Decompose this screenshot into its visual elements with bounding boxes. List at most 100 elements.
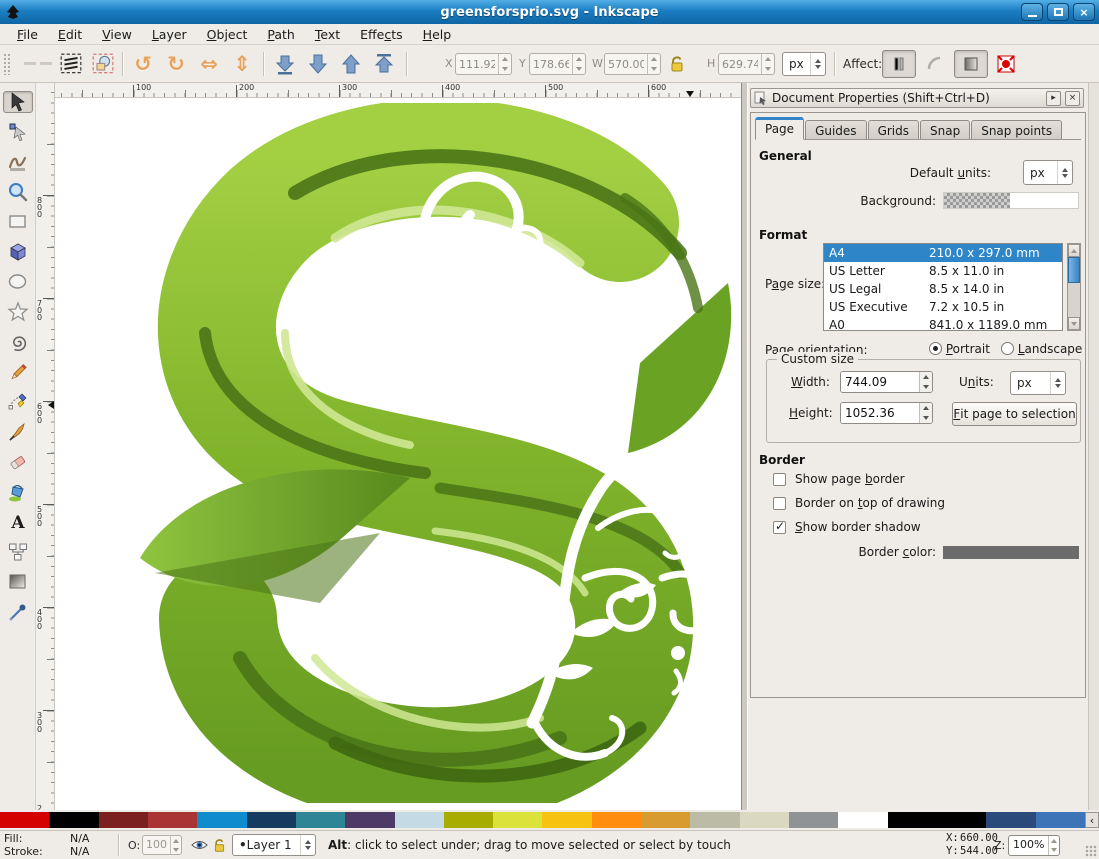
palette-swatch[interactable] — [296, 812, 345, 828]
palette-swatch[interactable] — [395, 812, 444, 828]
scroll-up-icon[interactable] — [1068, 244, 1080, 257]
tool-tweak[interactable] — [3, 151, 33, 173]
tab-grids[interactable]: Grids — [868, 120, 919, 139]
palette-swatch[interactable] — [740, 812, 789, 828]
maximize-button[interactable] — [1047, 3, 1069, 21]
panel-close-icon[interactable]: × — [1065, 91, 1080, 106]
menu-help[interactable]: Help — [414, 25, 461, 44]
tab-snap-points[interactable]: Snap points — [971, 120, 1062, 139]
page-size-row[interactable]: US Executive7.2 x 10.5 in — [824, 298, 1062, 316]
palette-swatch[interactable] — [641, 812, 690, 828]
flip-horizontal-icon[interactable]: ⇔ — [194, 49, 224, 79]
tool-selector[interactable] — [3, 91, 33, 113]
width-field[interactable] — [604, 53, 661, 75]
close-button[interactable]: × — [1073, 3, 1095, 21]
lower-to-bottom-icon[interactable] — [270, 49, 300, 79]
palette-swatch[interactable] — [49, 812, 98, 828]
tool-gradient[interactable] — [3, 571, 33, 593]
opacity-field[interactable]: 100 — [142, 835, 182, 855]
palette-swatch[interactable] — [493, 812, 542, 828]
raise-icon[interactable] — [336, 49, 366, 79]
border-color-swatch[interactable] — [943, 546, 1079, 559]
palette-swatch[interactable] — [247, 812, 296, 828]
layer-lock-icon[interactable] — [210, 836, 228, 854]
drawing-canvas[interactable] — [55, 98, 741, 810]
panel-header[interactable]: Document Properties (Shift+Ctrl+D) ▸ × — [750, 88, 1084, 108]
resize-grip[interactable] — [1085, 845, 1097, 857]
page-size-row[interactable]: US Legal8.5 x 14.0 in — [824, 280, 1062, 298]
menu-view[interactable]: View — [93, 25, 141, 44]
menu-path[interactable]: Path — [258, 25, 303, 44]
tool-star[interactable] — [3, 301, 33, 323]
custom-height-field[interactable] — [840, 402, 933, 424]
scrollbar-thumb[interactable] — [1068, 257, 1080, 283]
tool-spiral[interactable] — [3, 331, 33, 353]
tab-guides[interactable]: Guides — [805, 120, 867, 139]
palette-swatch[interactable] — [838, 812, 887, 828]
tool-dropper[interactable] — [3, 601, 33, 623]
menu-layer[interactable]: Layer — [143, 25, 196, 44]
select-all-layers-icon[interactable] — [88, 49, 118, 79]
panel-divider[interactable] — [741, 83, 748, 810]
menu-object[interactable]: Object — [198, 25, 257, 44]
vertical-ruler[interactable]: 800 700 600 500 400 300 200 — [36, 83, 55, 810]
page-size-scrollbar[interactable] — [1067, 243, 1081, 331]
fit-page-button[interactable]: Fit page to selection — [952, 402, 1077, 426]
tool-bezier-pen[interactable] — [3, 391, 33, 413]
landscape-radio[interactable]: Landscape — [1001, 342, 1082, 356]
palette-swatch[interactable] — [197, 812, 246, 828]
horizontal-ruler[interactable]: 100 200 300 400 500 600 — [55, 83, 741, 98]
tool-calligraphy[interactable] — [3, 421, 33, 443]
y-field[interactable] — [529, 53, 586, 75]
page-size-list[interactable]: A4210.0 x 297.0 mm US Letter8.5 x 11.0 i… — [823, 243, 1063, 331]
background-color-swatch[interactable] — [943, 192, 1079, 209]
palette-swatch[interactable] — [542, 812, 591, 828]
flip-vertical-icon[interactable]: ⇕ — [227, 49, 257, 79]
tool-ellipse[interactable] — [3, 271, 33, 293]
portrait-radio[interactable]: Portrait — [929, 342, 990, 356]
lock-ratio-icon[interactable] — [666, 49, 688, 79]
rotate-cw-icon[interactable]: ↻ — [161, 49, 191, 79]
custom-width-field[interactable] — [840, 371, 933, 393]
layer-visibility-eye-icon[interactable] — [190, 836, 208, 854]
tool-eraser[interactable] — [3, 451, 33, 473]
palette-swatch[interactable] — [99, 812, 148, 828]
raise-to-top-icon[interactable] — [369, 49, 399, 79]
palette-swatch[interactable] — [592, 812, 641, 828]
menu-effects[interactable]: Effects — [351, 25, 412, 44]
border-on-top-checkbox[interactable] — [773, 497, 786, 510]
tool-paint-bucket[interactable] — [3, 481, 33, 503]
palette-swatch[interactable] — [986, 812, 1035, 828]
fill-stroke-indicator[interactable]: Fill:N/A Stroke:N/A — [4, 832, 100, 858]
layer-select[interactable]: •Layer 1 — [232, 834, 316, 856]
panel-menu-icon[interactable]: ▸ — [1046, 91, 1061, 106]
show-border-shadow-checkbox[interactable] — [773, 521, 786, 534]
height-field[interactable] — [718, 53, 775, 75]
palette-swatch[interactable] — [444, 812, 493, 828]
tool-3d-box[interactable] — [3, 241, 33, 263]
custom-units-select[interactable]: px — [1010, 371, 1066, 395]
tool-zoom[interactable] — [3, 181, 33, 203]
tool-pencil[interactable] — [3, 361, 33, 383]
move-gradients-toggle[interactable] — [882, 50, 916, 78]
minimize-button[interactable] — [1021, 3, 1043, 21]
palette-scroll-icon[interactable]: ‹ — [1085, 812, 1099, 828]
palette-swatch[interactable] — [0, 812, 49, 828]
palette-swatch[interactable] — [789, 812, 838, 828]
menu-file[interactable]: File — [8, 25, 47, 44]
menu-edit[interactable]: Edit — [49, 25, 91, 44]
select-all-icon[interactable] — [56, 49, 86, 79]
move-patterns-toggle[interactable] — [954, 50, 988, 78]
page-size-row[interactable]: US Letter8.5 x 11.0 in — [824, 262, 1062, 280]
show-page-border-checkbox[interactable] — [773, 473, 786, 486]
page-size-row[interactable]: A4210.0 x 297.0 mm — [824, 244, 1062, 262]
palette-swatch[interactable] — [345, 812, 394, 828]
lower-icon[interactable] — [303, 49, 333, 79]
toolbar-units-select[interactable]: px — [782, 52, 826, 76]
rotate-ccw-icon[interactable]: ↺ — [128, 49, 158, 79]
palette-swatch[interactable] — [888, 812, 937, 828]
palette-swatch[interactable] — [148, 812, 197, 828]
tab-snap[interactable]: Snap — [920, 120, 970, 139]
bounding-box-icon[interactable] — [992, 50, 1020, 78]
palette-swatch[interactable] — [1036, 812, 1085, 828]
